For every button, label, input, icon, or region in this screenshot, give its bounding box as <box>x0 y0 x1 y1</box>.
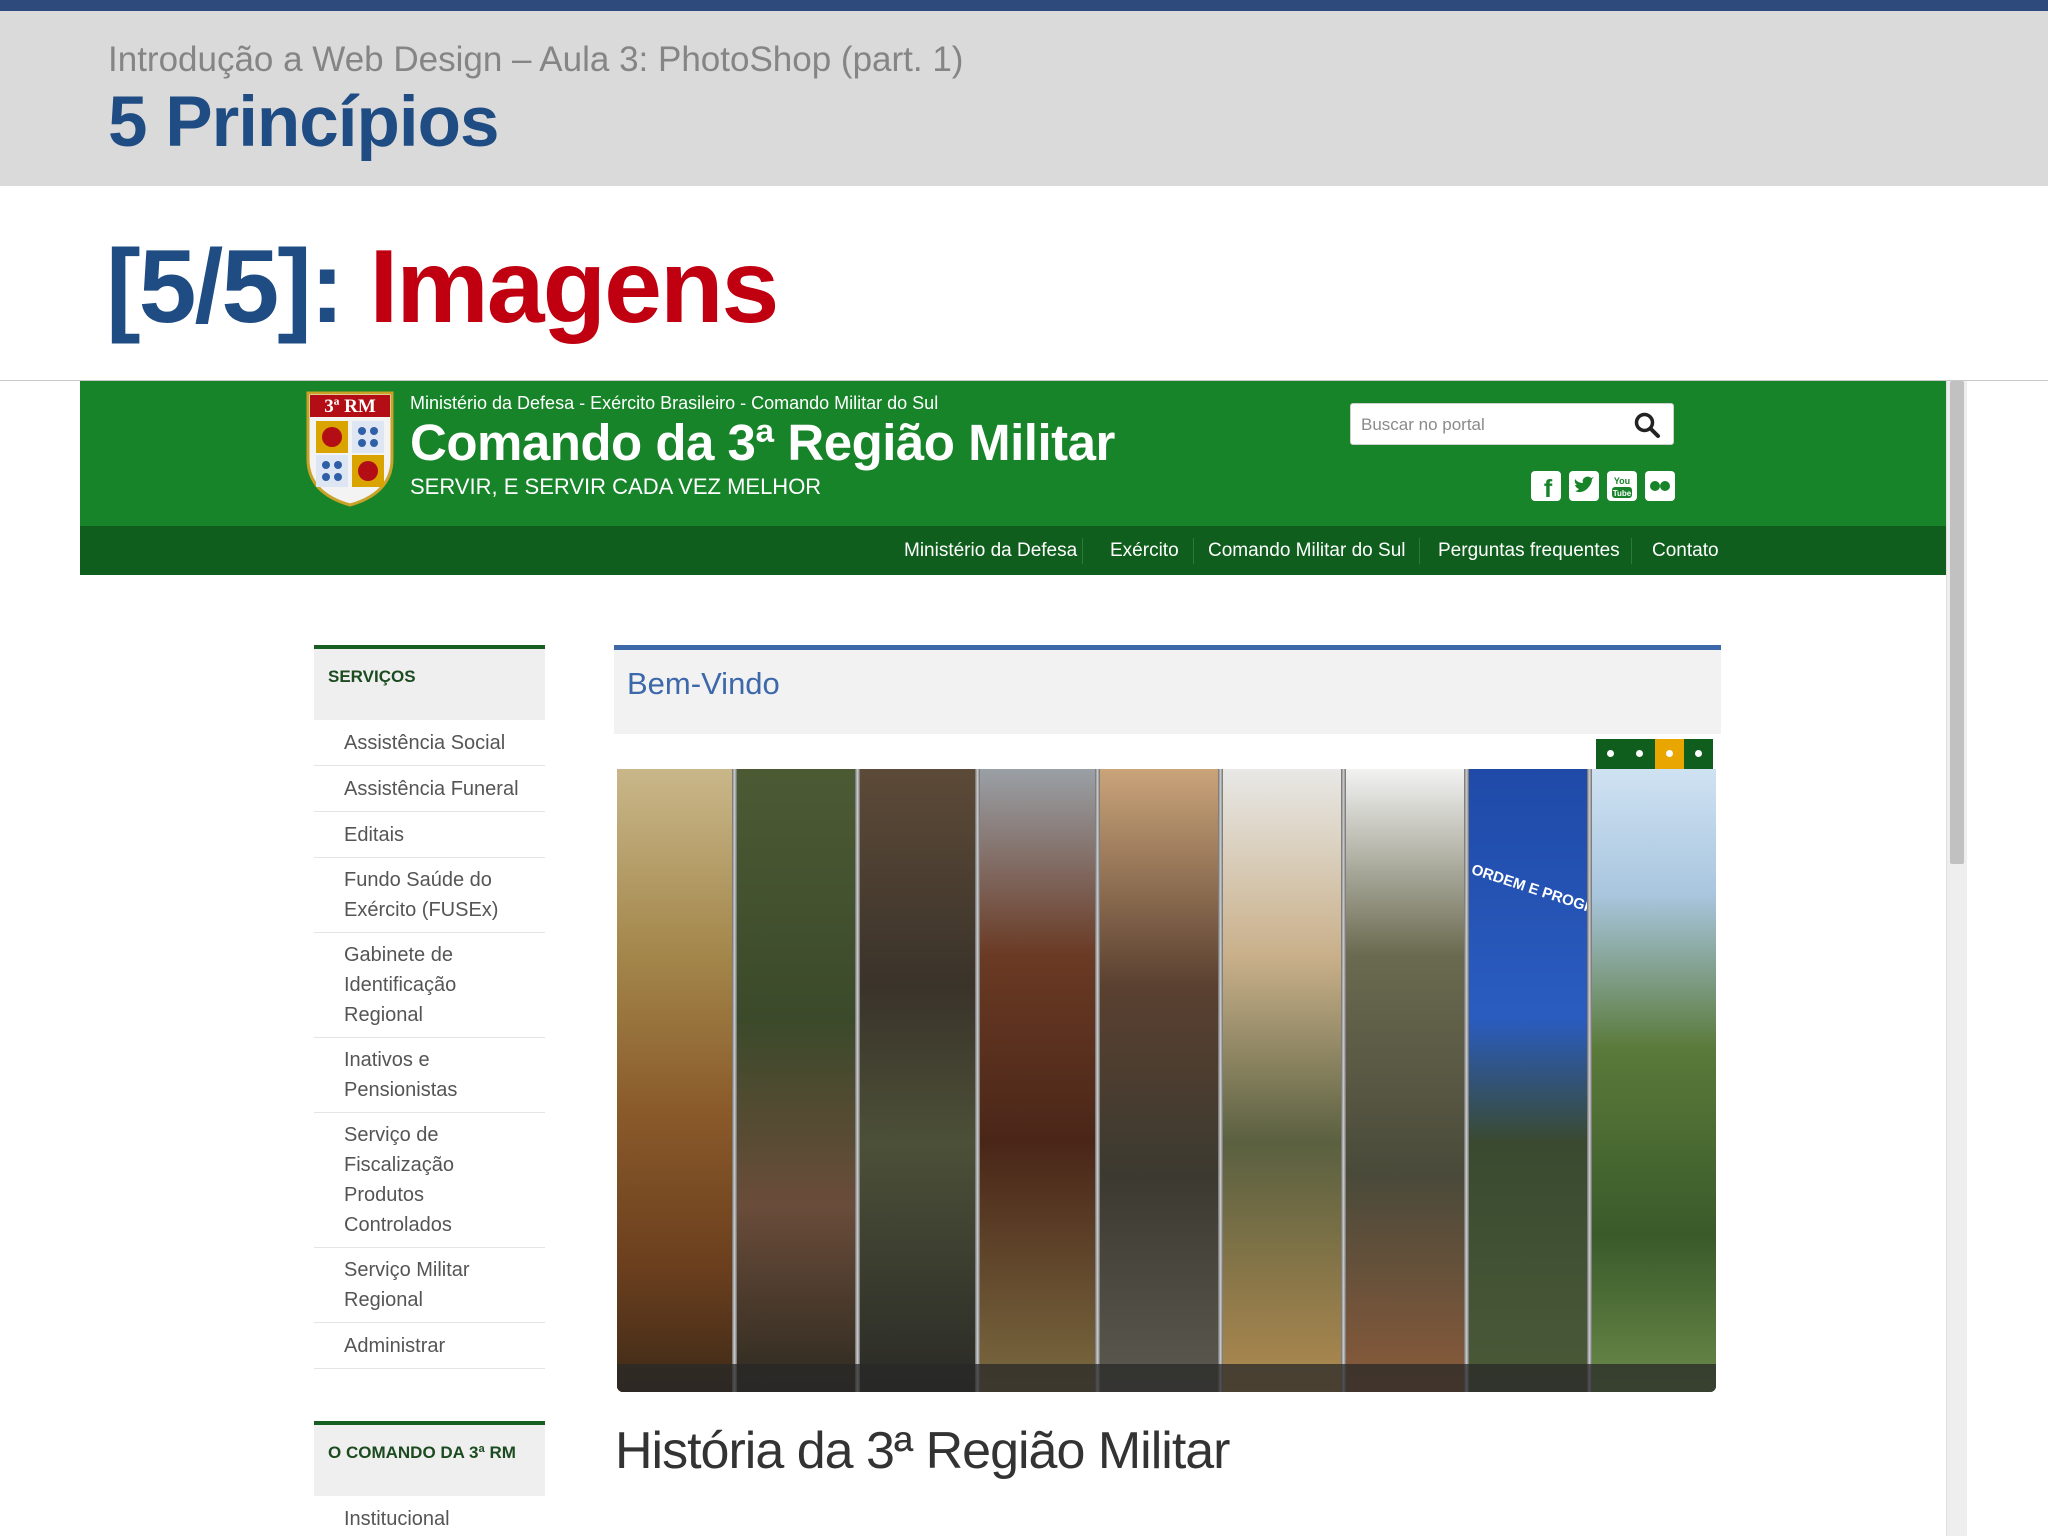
banner-photo-engineer <box>1346 769 1464 1392</box>
sidebar-item-servico-militar[interactable]: Serviço Militar Regional <box>314 1248 545 1323</box>
twitter-icon[interactable] <box>1569 471 1599 501</box>
welcome-title: Bem-Vindo <box>627 666 780 701</box>
svg-text:f: f <box>1544 475 1553 501</box>
slider-pager <box>1596 739 1713 769</box>
sidebar-services-heading: SERVIÇOS <box>314 645 545 720</box>
site-header: 3ª RM Ministério da Defesa - Exército Br… <box>80 381 1946 526</box>
site-top-line: Ministério da Defesa - Exército Brasilei… <box>410 393 939 413</box>
sidebar-item-assistencia-social[interactable]: Assistência Social <box>314 720 545 766</box>
scrollbar[interactable] <box>1946 381 1967 1536</box>
banner-photo-mechanic <box>860 769 975 1392</box>
site-nav: Ministério da Defesa Exército Comando Mi… <box>80 526 1946 575</box>
site-name[interactable]: Comando da 3ª Região Militar <box>410 413 1115 472</box>
nav-separator <box>1419 538 1420 564</box>
sidebar-heading-label: O COMANDO DA 3ª RM <box>328 1443 516 1462</box>
crest-logo[interactable]: 3ª RM <box>304 389 396 507</box>
banner-photo-cavalry <box>980 769 1095 1392</box>
facebook-icon[interactable]: f <box>1531 471 1561 501</box>
nav-item-exercito[interactable]: Exército <box>1110 526 1179 575</box>
section-number: [5/5]: <box>106 229 370 345</box>
sidebar-services: SERVIÇOS Assistência Social Assistência … <box>314 645 545 1369</box>
svg-text:Tube: Tube <box>1613 489 1632 498</box>
welcome-panel: Bem-Vindo <box>614 645 1721 734</box>
sidebar-item-fusex[interactable]: Fundo Saúde do Exército (FUSEx) <box>314 858 545 933</box>
image-banner[interactable]: ORDEM E PROGRESSO <box>617 769 1716 1392</box>
sidebar-item-assistencia-funeral[interactable]: Assistência Funeral <box>314 766 545 812</box>
sidebar-command: O COMANDO DA 3ª RM Institucional <box>314 1421 545 1536</box>
nav-item-faq[interactable]: Perguntas frequentes <box>1438 526 1620 575</box>
sidebar-heading-label: SERVIÇOS <box>328 667 416 686</box>
banner-photo-flag: ORDEM E PROGRESSO <box>1469 769 1638 1392</box>
banner-photo-ceremony <box>1100 769 1218 1392</box>
banner-flag-text: ORDEM E PROGRESSO <box>1469 861 1638 931</box>
section-word: Imagens <box>369 229 779 345</box>
slide-title: 5 Princípios <box>108 83 499 162</box>
nav-item-contato[interactable]: Contato <box>1652 526 1719 575</box>
slider-dot[interactable] <box>1695 750 1702 757</box>
nav-separator <box>1631 538 1632 564</box>
website-screenshot: 3ª RM Ministério da Defesa - Exército Br… <box>80 381 1946 1536</box>
search-input[interactable] <box>1359 411 1623 439</box>
sidebar-item-inativos[interactable]: Inativos e Pensionistas <box>314 1038 545 1113</box>
sidebar-item-gabinete[interactable]: Gabinete de Identificação Regional <box>314 933 545 1038</box>
svg-text:You: You <box>1614 476 1630 486</box>
search-box <box>1350 403 1674 445</box>
section-title: [5/5]: Imagens <box>106 228 779 347</box>
banner-photo-supplies <box>1223 769 1341 1392</box>
slider-dot[interactable] <box>1636 750 1643 757</box>
scrollbar-thumb[interactable] <box>1950 381 1964 864</box>
flickr-icon[interactable] <box>1645 471 1675 501</box>
sidebar-command-heading: O COMANDO DA 3ª RM <box>314 1421 545 1496</box>
banner-caption-bar <box>617 1364 1716 1392</box>
slider-dot[interactable] <box>1666 750 1673 757</box>
search-icon[interactable] <box>1633 411 1661 439</box>
sidebar-item-administrar[interactable]: Administrar <box>314 1323 545 1369</box>
banner-photo-history <box>617 769 732 1392</box>
site-tagline: SERVIR, E SERVIR CADA VEZ MELHOR <box>410 474 822 499</box>
nav-item-ministerio[interactable]: Ministério da Defesa <box>904 526 1077 575</box>
slide-subtitle: Introdução a Web Design – Aula 3: PhotoS… <box>108 40 964 79</box>
nav-item-cms[interactable]: Comando Militar do Sul <box>1208 526 1405 575</box>
logo-text: 3ª RM <box>324 396 376 417</box>
slide-top-bar <box>0 0 2048 11</box>
nav-separator <box>1082 538 1083 564</box>
sidebar-item-institucional[interactable]: Institucional <box>314 1496 545 1536</box>
sidebar-item-fiscalizacao[interactable]: Serviço de Fiscalização Produtos Control… <box>314 1113 545 1248</box>
banner-photo-medic <box>737 769 855 1392</box>
nav-separator <box>1193 538 1194 564</box>
banner-photo-field <box>1592 769 1716 1392</box>
history-title[interactable]: História da 3ª Região Militar <box>615 1421 1230 1481</box>
slider-dot[interactable] <box>1607 750 1614 757</box>
youtube-icon[interactable]: You Tube <box>1607 471 1637 501</box>
sidebar-item-editais[interactable]: Editais <box>314 812 545 858</box>
